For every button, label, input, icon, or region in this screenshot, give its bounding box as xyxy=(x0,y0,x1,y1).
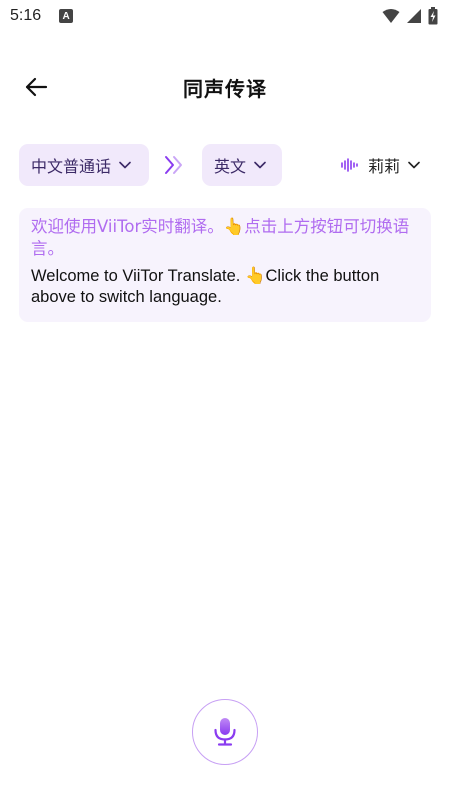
notification-icon: A xyxy=(59,9,74,23)
target-language-label: 英文 xyxy=(214,157,247,176)
source-text: 欢迎使用ViiTor实时翻译。👆点击上方按钮可切换语言。 xyxy=(31,217,410,258)
source-language-label: 中文普通话 xyxy=(31,157,112,176)
status-bar: 5:16 A xyxy=(0,0,450,32)
soundwave-icon xyxy=(341,158,358,172)
chevron-down-icon xyxy=(254,161,266,169)
battery-icon xyxy=(428,7,438,25)
status-time: 5:16 xyxy=(10,7,42,24)
chevron-down-icon xyxy=(408,161,420,169)
microphone-icon xyxy=(214,718,236,746)
translation-message-card: 欢迎使用ViiTor实时翻译。👆点击上方按钮可切换语言。 Welcome to … xyxy=(19,208,431,322)
app-bar: 同声传译 xyxy=(0,62,450,112)
signal-icon xyxy=(407,9,421,23)
language-bar: 中文普通话 英文 莉莉 xyxy=(0,144,450,186)
double-chevron-right-icon[interactable] xyxy=(162,154,186,176)
voice-label: 莉莉 xyxy=(368,157,401,176)
microphone-button-inner xyxy=(198,705,252,759)
arrow-left-icon xyxy=(25,77,48,97)
status-indicators xyxy=(382,7,438,25)
back-button[interactable] xyxy=(20,74,52,100)
page-title: 同声传译 xyxy=(183,76,267,101)
translated-text: Welcome to ViiTor Translate. 👆Click the … xyxy=(31,267,380,306)
microphone-button[interactable] xyxy=(192,699,258,765)
source-language-select[interactable]: 中文普通话 xyxy=(19,144,149,186)
target-language-select[interactable]: 英文 xyxy=(202,144,282,186)
chevron-down-icon xyxy=(119,161,131,169)
wifi-icon xyxy=(382,9,400,23)
voice-select[interactable]: 莉莉 xyxy=(340,152,420,178)
